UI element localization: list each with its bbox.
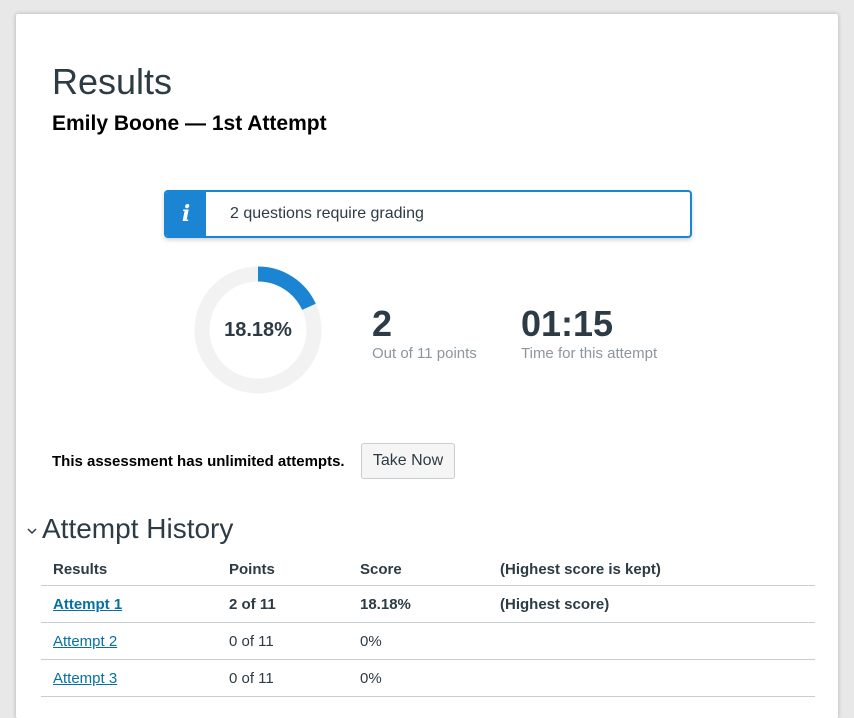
page-title: Results (52, 60, 172, 104)
attempt-history-toggle[interactable]: Attempt History (24, 512, 233, 546)
attempt-2-points: 0 of 11 (217, 623, 348, 660)
attempt-1-score: 18.18% (348, 586, 488, 623)
column-header-points: Points (217, 553, 348, 586)
attempt-subtitle: Emily Boone — 1st Attempt (52, 111, 327, 137)
info-icon: i (166, 192, 206, 236)
attempt-3-note (488, 660, 815, 697)
results-card: Results Emily Boone — 1st Attempt i 2 qu… (16, 14, 838, 718)
time-stat: 01:15 Time for this attempt (521, 304, 657, 364)
table-row: Attempt 2 0 of 11 0% (41, 623, 815, 660)
points-value: 2 (372, 304, 477, 344)
time-label: Time for this attempt (521, 344, 657, 364)
attempt-2-note (488, 623, 815, 660)
points-label: Out of 11 points (372, 344, 477, 364)
info-icon-glyph: i (182, 201, 190, 227)
table-row: Attempt 1 2 of 11 18.18% (Highest score) (41, 586, 815, 623)
column-header-note: (Highest score is kept) (488, 553, 815, 586)
time-value: 01:15 (521, 304, 657, 344)
column-header-results: Results (41, 553, 217, 586)
attempt-1-note: (Highest score) (488, 586, 815, 623)
attempt-3-link[interactable]: Attempt 3 (53, 670, 117, 687)
unlimited-attempts-text: This assessment has unlimited attempts. (52, 452, 345, 472)
attempt-3-points: 0 of 11 (217, 660, 348, 697)
attempt-history-title: Attempt History (42, 512, 233, 546)
table-row: Attempt 3 0 of 11 0% (41, 660, 815, 697)
attempt-2-score: 0% (348, 623, 488, 660)
score-percent: 18.18% (194, 316, 322, 344)
attempt-1-link[interactable]: Attempt 1 (53, 596, 122, 613)
points-stat: 2 Out of 11 points (372, 304, 477, 364)
table-header-row: Results Points Score (Highest score is k… (41, 553, 815, 586)
take-now-button[interactable]: Take Now (361, 443, 455, 479)
alert-message: 2 questions require grading (230, 204, 424, 224)
attempt-1-points: 2 of 11 (217, 586, 348, 623)
grading-alert: i 2 questions require grading (164, 190, 692, 238)
attempt-2-link[interactable]: Attempt 2 (53, 633, 117, 650)
column-header-score: Score (348, 553, 488, 586)
attempt-3-score: 0% (348, 660, 488, 697)
attempt-history-table: Results Points Score (Highest score is k… (41, 553, 815, 697)
chevron-down-icon (24, 523, 40, 539)
